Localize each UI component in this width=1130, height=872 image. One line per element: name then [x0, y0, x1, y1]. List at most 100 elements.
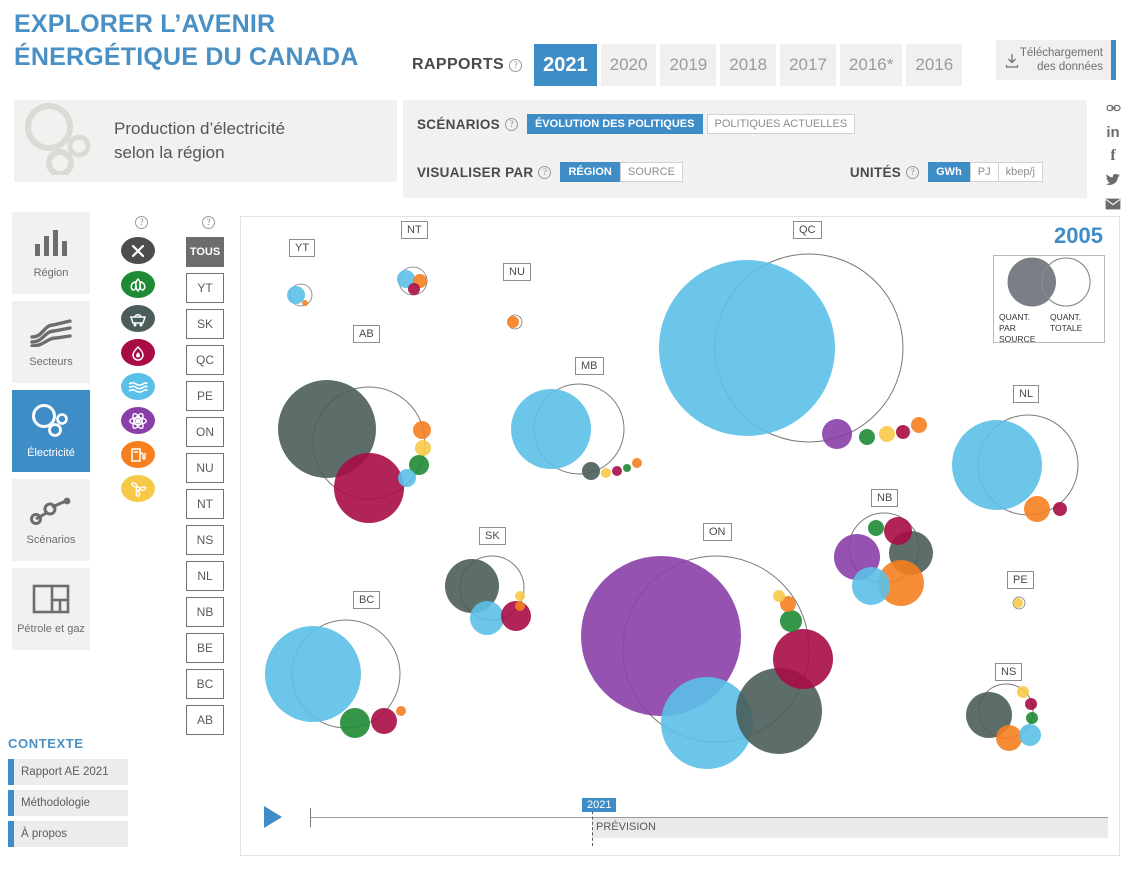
source-bubble-oil[interactable] — [334, 453, 404, 523]
source-filter-oil-icon[interactable] — [121, 339, 155, 366]
scenario-option-1[interactable]: POLITIQUES ACTUELLES — [706, 114, 856, 134]
source-bubble-oil[interactable] — [371, 708, 397, 734]
source-bubble-gas[interactable] — [396, 706, 406, 716]
units-option-2[interactable]: kbep/j — [997, 162, 1043, 182]
year-tab-2021[interactable]: 2021 — [534, 44, 597, 86]
region-label-yt[interactable]: YT — [289, 239, 316, 257]
region-filter-nb[interactable]: NB — [186, 597, 224, 627]
link-icon[interactable] — [1102, 98, 1124, 118]
source-bubble-oil[interactable] — [773, 629, 833, 689]
region-label-on[interactable]: ON — [703, 523, 732, 541]
source-bubble-oil[interactable] — [1025, 698, 1037, 710]
source-bubble-gas[interactable] — [302, 300, 308, 306]
region-filter-help-icon[interactable]: ? — [202, 216, 215, 229]
nav-item-node-path[interactable]: Scénarios — [12, 479, 90, 561]
context-item-1[interactable]: Méthodologie — [8, 790, 128, 816]
source-bubble-biomass[interactable] — [868, 520, 884, 536]
region-filter-qc[interactable]: QC — [186, 345, 224, 375]
source-filter-gas-icon[interactable] — [121, 441, 155, 468]
units-help-icon[interactable]: ? — [906, 165, 920, 179]
source-bubble-wind[interactable] — [879, 426, 895, 442]
source-bubble-oil[interactable] — [1053, 502, 1067, 516]
units-option-0[interactable]: GWh — [928, 162, 970, 182]
source-bubble-biomass[interactable] — [859, 429, 875, 445]
source-bubble-gas[interactable] — [413, 421, 431, 439]
context-item-2[interactable]: À propos — [8, 821, 128, 847]
source-bubble-hydro[interactable] — [952, 420, 1042, 510]
source-bubble-wind[interactable] — [773, 590, 785, 602]
source-bubble-nuclear[interactable] — [822, 419, 852, 449]
year-tab-2016[interactable]: 2016 — [906, 44, 963, 86]
region-filter-nl[interactable]: NL — [186, 561, 224, 591]
region-label-nb[interactable]: NB — [871, 489, 899, 507]
source-bubble-hydro[interactable] — [1019, 724, 1041, 746]
region-bubble-group-bc[interactable] — [265, 619, 406, 738]
year-tab-2017[interactable]: 2017 — [780, 44, 836, 86]
source-bubble-hydro[interactable] — [659, 260, 835, 436]
region-bubble-group-ab[interactable] — [278, 380, 431, 523]
download-data-button[interactable]: Téléchargement des données — [996, 40, 1116, 80]
year-tab-2018[interactable]: 2018 — [720, 44, 777, 86]
source-bubble-hydro[interactable] — [265, 626, 361, 722]
nav-item-bar-chart[interactable]: Région — [12, 212, 90, 294]
source-bubble-wind[interactable] — [415, 440, 431, 456]
source-bubble-hydro[interactable] — [852, 567, 890, 605]
timeline-year-badge[interactable]: 2021 — [582, 798, 617, 812]
source-filter-wind-icon[interactable] — [121, 475, 155, 502]
source-bubble-wind[interactable] — [1017, 686, 1029, 698]
twitter-icon[interactable] — [1102, 170, 1124, 190]
region-filter-on[interactable]: ON — [186, 417, 224, 447]
scenario-option-0[interactable]: ÉVOLUTION DES POLITIQUES — [526, 114, 703, 134]
source-filter-biomass-icon[interactable] — [121, 271, 155, 298]
region-label-qc[interactable]: QC — [793, 221, 822, 239]
source-bubble-hydro[interactable] — [470, 601, 504, 635]
region-label-nl[interactable]: NL — [1013, 385, 1040, 403]
play-icon[interactable] — [264, 806, 282, 828]
region-label-ns[interactable]: NS — [995, 663, 1023, 681]
region-filter-be[interactable]: BE — [186, 633, 224, 663]
region-bubble-group-nb[interactable] — [834, 512, 933, 606]
source-bubble-hydro[interactable] — [287, 286, 305, 304]
region-filter-sk[interactable]: SK — [186, 309, 224, 339]
nav-item-grid-blocks[interactable]: Pétrole et gaz — [12, 568, 90, 650]
view-by-option-1[interactable]: SOURCE — [619, 162, 683, 182]
region-filter-tous[interactable]: TOUS — [186, 237, 224, 267]
region-bubble-group-qc[interactable] — [659, 253, 927, 449]
scenarios-help-icon[interactable]: ? — [504, 117, 518, 131]
source-bubble-gas[interactable] — [632, 458, 642, 468]
source-bubble-wind[interactable] — [1013, 598, 1023, 608]
region-label-pe[interactable]: PE — [1007, 571, 1034, 589]
region-label-nt[interactable]: NT — [401, 221, 428, 239]
region-label-ab[interactable]: AB — [353, 325, 380, 343]
nav-item-bubbles[interactable]: Électricité — [12, 390, 90, 472]
region-bubble-group-nl[interactable] — [952, 414, 1079, 522]
source-bubble-biomass[interactable] — [780, 610, 802, 632]
source-bubble-biomass[interactable] — [623, 464, 631, 472]
context-item-0[interactable]: Rapport AE 2021 — [8, 759, 128, 785]
source-filter-coal-icon[interactable] — [121, 305, 155, 332]
source-bubble-biomass[interactable] — [1026, 712, 1038, 724]
facebook-icon[interactable]: f — [1102, 146, 1124, 166]
region-bubble-group-sk[interactable] — [445, 555, 531, 635]
source-bubble-coal[interactable] — [582, 462, 600, 480]
view-by-option-0[interactable]: RÉGION — [560, 162, 620, 182]
nav-item-stream-lines[interactable]: Secteurs — [12, 301, 90, 383]
source-bubble-oil[interactable] — [884, 517, 912, 545]
source-filter-help-icon[interactable]: ? — [135, 216, 148, 229]
region-filter-nu[interactable]: NU — [186, 453, 224, 483]
email-icon[interactable] — [1102, 194, 1124, 214]
region-filter-pe[interactable]: PE — [186, 381, 224, 411]
bubble-chart-canvas[interactable]: 2005 QUANT. PAR SOURCE QUANT. TOTALE YT N… — [240, 216, 1120, 856]
source-bubble-gas[interactable] — [996, 725, 1022, 751]
source-filter-clear-all-icon[interactable] — [121, 237, 155, 264]
source-bubble-gas[interactable] — [515, 601, 525, 611]
region-label-nu[interactable]: NU — [503, 263, 531, 281]
region-bubble-group-on[interactable] — [581, 555, 833, 769]
source-bubble-wind[interactable] — [601, 468, 611, 478]
source-bubble-gas[interactable] — [507, 316, 519, 328]
source-bubble-gas[interactable] — [911, 417, 927, 433]
region-label-bc[interactable]: BC — [353, 591, 381, 609]
source-bubble-biomass[interactable] — [340, 708, 370, 738]
year-tab-2016star[interactable]: 2016* — [839, 44, 903, 86]
units-option-1[interactable]: PJ — [969, 162, 998, 182]
